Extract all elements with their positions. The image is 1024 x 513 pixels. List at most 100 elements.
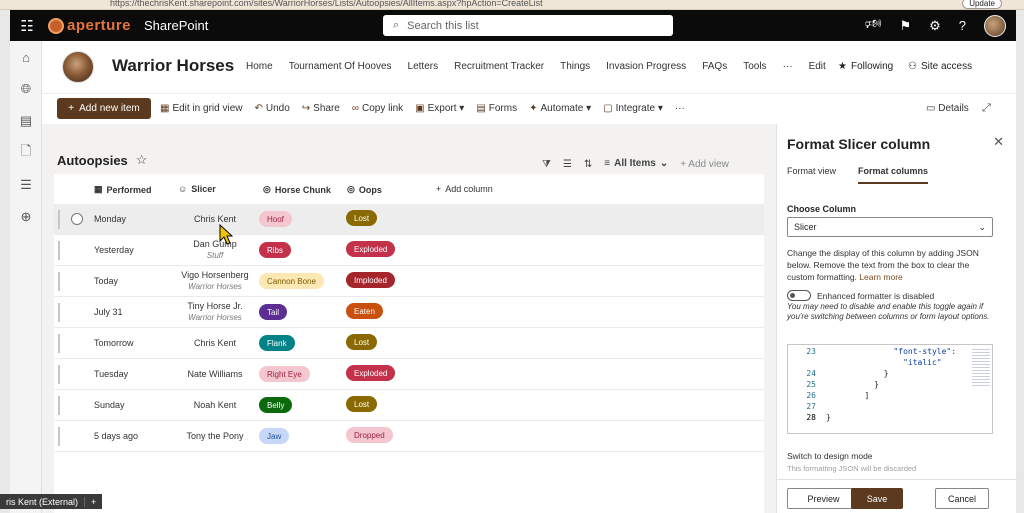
- gear-icon[interactable]: ⚙: [929, 18, 941, 34]
- cell-oops-pill: Eaten: [346, 303, 383, 319]
- share-button[interactable]: ↪ Share: [302, 103, 340, 114]
- command-bar: + Add new item ▦ Edit in grid view ↶ Undo …: [42, 93, 1016, 124]
- col-performed[interactable]: ▦ Performed: [94, 184, 152, 195]
- update-button[interactable]: Update: [962, 0, 1002, 9]
- site-logo[interactable]: [62, 51, 94, 83]
- row-select-radio[interactable]: [71, 213, 83, 225]
- forms-button[interactable]: ▤ Forms: [476, 103, 517, 114]
- tab-format-columns[interactable]: Format columns: [858, 166, 929, 184]
- line-number: 28: [806, 413, 816, 422]
- document-icon[interactable]: 🗋: [10, 137, 42, 169]
- app-launcher-icon[interactable]: ☷: [10, 10, 44, 41]
- view-icon: ≡: [604, 158, 611, 169]
- undo-button[interactable]: ↶ Undo: [254, 103, 289, 114]
- follow-button[interactable]: ★ Following: [838, 61, 893, 72]
- cell-slicer[interactable]: Vigo Horsenberg Warrior Horses: [170, 270, 260, 292]
- table-row[interactable]: Tuesday Nate Williams Right Eye Exploded: [54, 359, 764, 390]
- nav-tools[interactable]: Tools: [743, 61, 766, 72]
- home-icon[interactable]: ⌂: [10, 41, 42, 73]
- cell-slicer[interactable]: Tony the Pony: [170, 431, 260, 442]
- code-line: "italic": [826, 358, 942, 367]
- favorite-star-icon[interactable]: ☆: [136, 152, 148, 168]
- cell-slicer[interactable]: Chris Kent: [170, 338, 260, 349]
- panel-title: Format Slicer column: [787, 136, 931, 152]
- list-icon[interactable]: ☰: [10, 169, 42, 201]
- cancel-button[interactable]: Cancel: [935, 488, 989, 509]
- group-icon[interactable]: ☰: [563, 159, 572, 170]
- edit-grid-button[interactable]: ▦ Edit in grid view: [160, 103, 242, 114]
- table-row[interactable]: Today Vigo Horsenberg Warrior Horses Cann…: [54, 266, 764, 297]
- create-icon[interactable]: ⊕: [10, 201, 42, 233]
- cell-slicer[interactable]: Chris Kent: [170, 214, 260, 225]
- expand-icon[interactable]: ⤢: [982, 102, 991, 115]
- cell-performed: Tuesday: [94, 369, 129, 379]
- nav-things[interactable]: Things: [560, 61, 590, 72]
- details-button[interactable]: ▭ Details: [926, 103, 969, 114]
- preview-button[interactable]: Preview: [787, 488, 860, 509]
- calendar-icon: ▦: [94, 184, 103, 194]
- nav-recruitment[interactable]: Recruitment Tracker: [454, 61, 544, 72]
- feedback-icon[interactable]: ⚑: [899, 18, 911, 34]
- user-avatar[interactable]: [984, 14, 1006, 37]
- site-access-button[interactable]: ⚇ Site access: [908, 61, 972, 72]
- learn-more-link[interactable]: Learn more: [859, 272, 902, 282]
- more-commands-button[interactable]: ···: [675, 103, 685, 114]
- enhanced-formatter-toggle[interactable]: [787, 290, 811, 301]
- filter-icon[interactable]: ⧩: [542, 159, 551, 170]
- switch-design-mode-link[interactable]: Switch to design mode: [787, 451, 873, 461]
- nav-tournament[interactable]: Tournament Of Hooves: [289, 61, 392, 72]
- nav-letters[interactable]: Letters: [408, 61, 439, 72]
- choose-column-select[interactable]: Slicer ⌄: [787, 217, 993, 237]
- cell-slicer[interactable]: Tiny Horse Jr. Warrior Horses: [170, 301, 260, 323]
- table-row[interactable]: 5 days ago Tony the Pony Jaw Dropped: [54, 421, 764, 452]
- globe-icon[interactable]: 🌐︎: [10, 73, 42, 105]
- search-box[interactable]: ⌕ Search this list: [383, 15, 673, 36]
- col-chunk[interactable]: ◎ Horse Chunk: [263, 184, 331, 195]
- col-oops[interactable]: ◎ Oops: [347, 184, 382, 195]
- view-label: All Items: [614, 158, 656, 169]
- news-icon[interactable]: ▤: [10, 105, 42, 137]
- megaphone-icon[interactable]: 🕬: [865, 15, 882, 37]
- list-title[interactable]: Autoopsies: [57, 153, 128, 168]
- copy-link-button[interactable]: ∞ Copy link: [352, 103, 403, 114]
- url-bar[interactable]: https://thechrisKent.sharepoint.com/site…: [110, 0, 543, 8]
- close-icon[interactable]: ✕: [993, 134, 1004, 150]
- automate-label: Automate: [540, 103, 584, 114]
- add-participant-button[interactable]: +: [84, 496, 102, 507]
- site-access-label: Site access: [920, 61, 973, 72]
- table-row[interactable]: Yesterday Dan Gump Stuff Ribs Exploded: [54, 235, 764, 266]
- table-row[interactable]: Tomorrow Chris Kent Flank Lost: [54, 328, 764, 359]
- automate-button[interactable]: ✦ Automate ▾: [529, 103, 591, 114]
- add-new-item-button[interactable]: + Add new item: [57, 98, 151, 119]
- tab-format-view[interactable]: Format view: [787, 166, 836, 184]
- slicer-sub: Warrior Horses: [188, 282, 242, 291]
- code-minimap[interactable]: [972, 347, 990, 387]
- nav-invasion[interactable]: Invasion Progress: [606, 61, 686, 72]
- col-slicer[interactable]: ☺ Slicer: [178, 184, 216, 194]
- add-view-button[interactable]: + Add view: [680, 159, 729, 170]
- cell-slicer[interactable]: Noah Kent: [170, 400, 260, 411]
- line-number: 23: [806, 347, 816, 356]
- org-logo[interactable]: aperture: [48, 16, 131, 35]
- nav-more[interactable]: ···: [783, 61, 793, 72]
- forms-label: Forms: [488, 103, 518, 114]
- nav-edit[interactable]: Edit: [809, 61, 826, 72]
- choice-icon: ◎: [347, 184, 355, 194]
- site-title[interactable]: Warrior Horses: [112, 56, 234, 76]
- nav-faqs[interactable]: FAQs: [702, 61, 727, 72]
- table-row[interactable]: Monday Chris Kent Hoof Lost: [54, 204, 764, 235]
- table-row[interactable]: July 31 Tiny Horse Jr. Warrior Horses Tai…: [54, 297, 764, 328]
- cell-slicer[interactable]: Nate Williams: [170, 369, 260, 380]
- nav-home[interactable]: Home: [246, 61, 273, 72]
- export-button[interactable]: ▣ Export ▾: [415, 103, 464, 114]
- save-button[interactable]: Save: [851, 488, 903, 509]
- help-icon[interactable]: ?: [959, 18, 966, 33]
- app-name[interactable]: SharePoint: [144, 18, 208, 33]
- add-column-button[interactable]: + Add column: [436, 184, 493, 194]
- sort-icon[interactable]: ⇅: [584, 159, 592, 170]
- table-row[interactable]: Sunday Noah Kent Belly Lost: [54, 390, 764, 421]
- cell-slicer[interactable]: Dan Gump Stuff: [170, 239, 260, 261]
- json-editor[interactable]: 23 "font-style": "italic" 24 } 25 } 26 ]…: [787, 344, 993, 434]
- integrate-button[interactable]: ▢ Integrate ▾: [603, 103, 663, 114]
- edit-grid-label: Edit in grid view: [172, 103, 243, 114]
